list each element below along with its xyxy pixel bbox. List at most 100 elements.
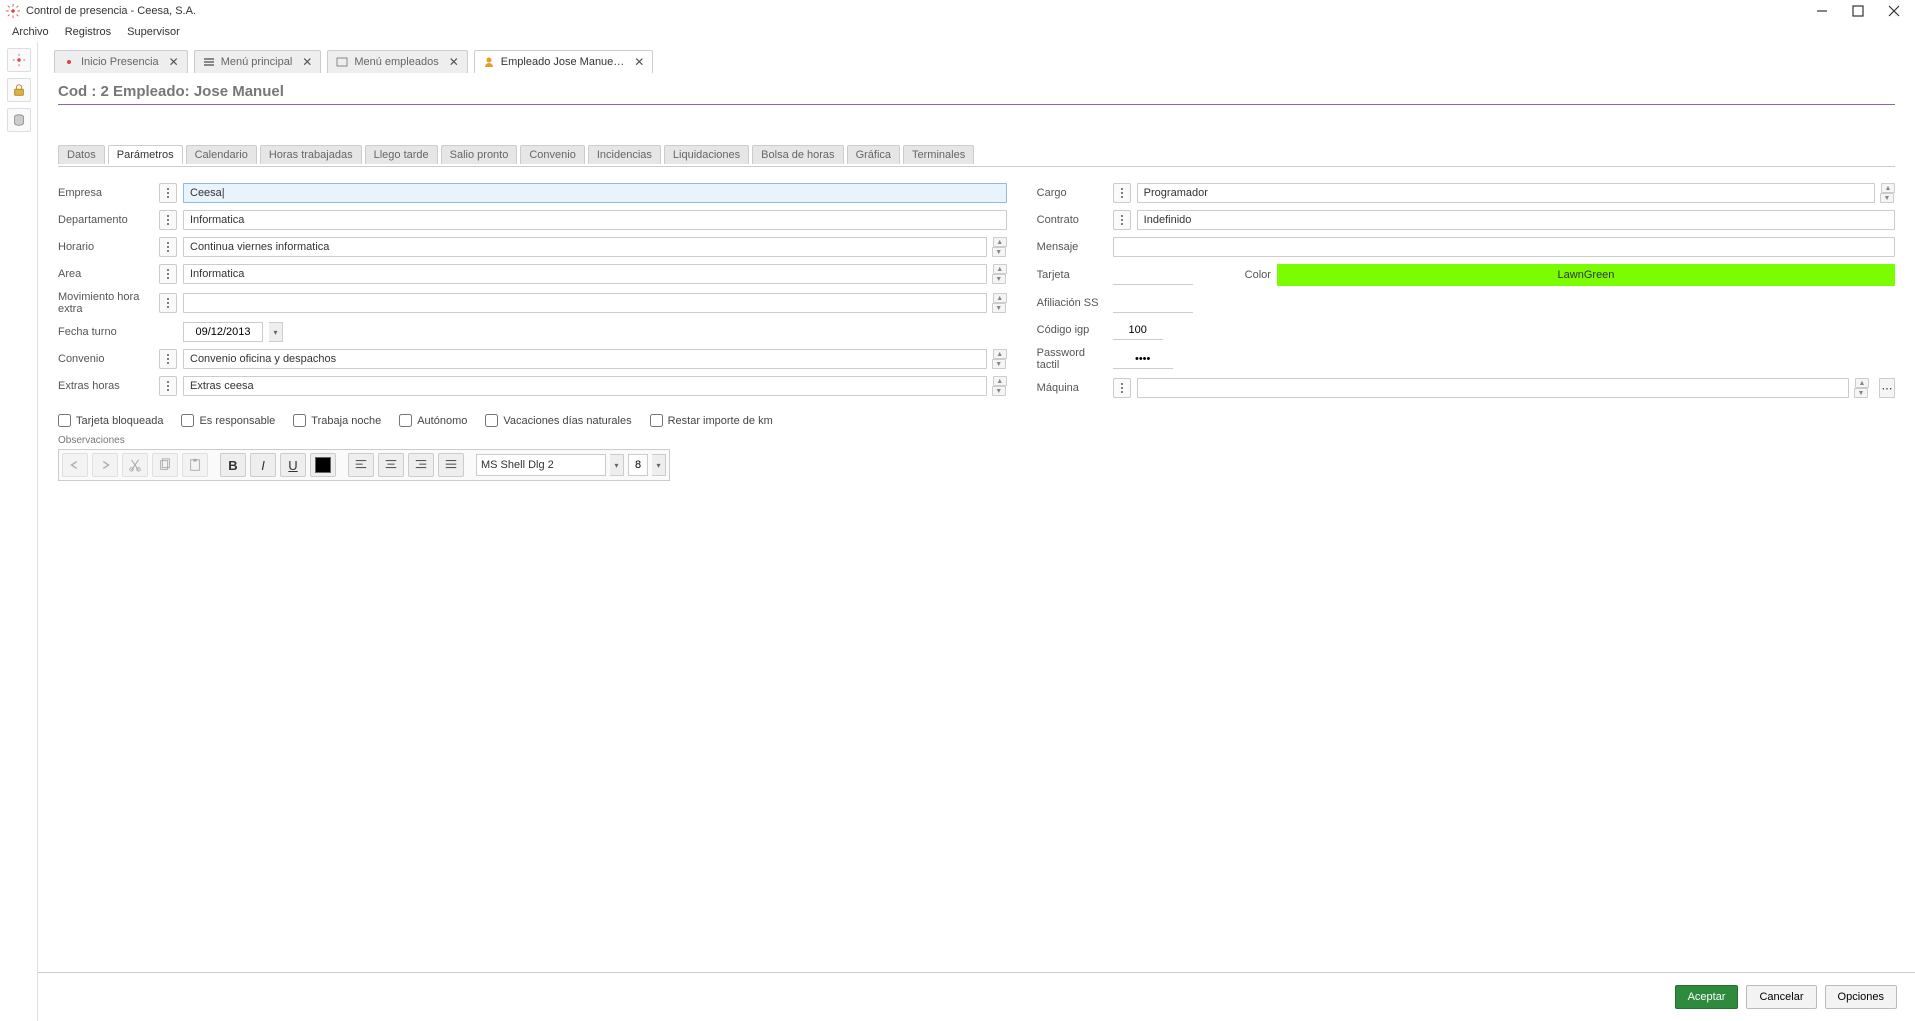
- rte-color-button[interactable]: [310, 453, 336, 477]
- picker-mov-extra[interactable]: [159, 293, 177, 313]
- input-departamento[interactable]: [183, 210, 1007, 230]
- maquina-extra-button[interactable]: ⋯: [1879, 378, 1895, 398]
- subtab-incidencias[interactable]: Incidencias: [588, 145, 661, 164]
- input-tarjeta[interactable]: [1113, 265, 1193, 285]
- picker-extras-horas[interactable]: [159, 376, 177, 396]
- check-restar-km[interactable]: Restar importe de km: [650, 414, 773, 427]
- input-codigo-igp[interactable]: [1113, 320, 1163, 340]
- side-tool-presence-icon[interactable]: [7, 48, 31, 72]
- area-up[interactable]: ▲: [993, 264, 1007, 274]
- menu-supervisor[interactable]: Supervisor: [119, 24, 188, 40]
- picker-cargo[interactable]: [1113, 183, 1131, 203]
- input-area[interactable]: [183, 264, 987, 284]
- check-tarjeta-bloqueada[interactable]: Tarjeta bloqueada: [58, 414, 163, 427]
- tab-menu-principal[interactable]: Menú principal ✕: [194, 50, 322, 73]
- check-vacaciones-naturales[interactable]: Vacaciones días naturales: [485, 414, 631, 427]
- side-tool-lock-icon[interactable]: [7, 78, 31, 102]
- close-icon[interactable]: ✕: [169, 55, 179, 69]
- extras-up[interactable]: ▲: [993, 376, 1007, 386]
- extras-down[interactable]: ▼: [992, 386, 1006, 396]
- subtab-grafica[interactable]: Gráfica: [847, 145, 900, 164]
- minimize-button[interactable]: [1815, 4, 1829, 18]
- fecha-turno-dropdown[interactable]: ▾: [269, 322, 283, 342]
- input-mensaje[interactable]: [1113, 237, 1895, 257]
- rte-align-center-button[interactable]: [378, 453, 404, 477]
- input-extras-horas[interactable]: [183, 376, 987, 396]
- close-icon[interactable]: ✕: [449, 55, 459, 69]
- tab-menu-empleados[interactable]: Menú empleados ✕: [327, 50, 467, 73]
- picker-convenio[interactable]: [159, 349, 177, 369]
- input-horario[interactable]: [183, 237, 987, 257]
- close-button[interactable]: [1887, 4, 1901, 18]
- tab-empleado-detail[interactable]: Empleado Jose Manue… ✕: [474, 50, 654, 73]
- cancelar-button[interactable]: Cancelar: [1746, 985, 1816, 1009]
- rte-redo-icon[interactable]: [92, 453, 118, 477]
- horario-up[interactable]: ▲: [993, 237, 1007, 247]
- rte-align-left-button[interactable]: [348, 453, 374, 477]
- color-swatch[interactable]: LawnGreen: [1277, 264, 1895, 286]
- rte-copy-icon[interactable]: [152, 453, 178, 477]
- rte-undo-icon[interactable]: [62, 453, 88, 477]
- subtab-horas-trabajadas[interactable]: Horas trabajadas: [260, 145, 362, 164]
- subtab-salio-pronto[interactable]: Salio pronto: [441, 145, 518, 164]
- maximize-button[interactable]: [1851, 4, 1865, 18]
- maquina-up[interactable]: ▲: [1855, 378, 1869, 388]
- subtab-terminales[interactable]: Terminales: [903, 145, 974, 164]
- picker-departamento[interactable]: [159, 210, 177, 230]
- area-down[interactable]: ▼: [992, 274, 1006, 284]
- convenio-up[interactable]: ▲: [993, 349, 1007, 359]
- rte-bold-button[interactable]: B: [220, 453, 246, 477]
- menu-archivo[interactable]: Archivo: [4, 24, 57, 40]
- mov-extra-up[interactable]: ▲: [993, 293, 1007, 303]
- input-convenio[interactable]: [183, 349, 987, 369]
- check-trabaja-noche[interactable]: Trabaja noche: [293, 414, 381, 427]
- rte-italic-button[interactable]: I: [250, 453, 276, 477]
- picker-contrato[interactable]: [1113, 210, 1131, 230]
- check-autonomo[interactable]: Autónomo: [399, 414, 467, 427]
- subtab-parametros[interactable]: Parámetros: [108, 145, 183, 164]
- tab-inicio-presencia[interactable]: Inicio Presencia ✕: [54, 50, 188, 73]
- rte-size-select[interactable]: [628, 454, 648, 476]
- input-maquina[interactable]: [1137, 378, 1849, 398]
- input-cargo[interactable]: [1137, 183, 1875, 203]
- rte-paste-icon[interactable]: [182, 453, 208, 477]
- input-empresa[interactable]: [183, 183, 1007, 203]
- horario-down[interactable]: ▼: [992, 247, 1006, 257]
- rte-align-justify-button[interactable]: [438, 453, 464, 477]
- picker-area[interactable]: [159, 264, 177, 284]
- input-afiliacion-ss[interactable]: [1113, 293, 1193, 313]
- subtab-llego-tarde[interactable]: Llego tarde: [365, 145, 438, 164]
- input-mov-extra[interactable]: [183, 293, 987, 313]
- subtab-calendario[interactable]: Calendario: [186, 145, 257, 164]
- close-icon[interactable]: ✕: [634, 55, 644, 69]
- input-fecha-turno[interactable]: [183, 322, 263, 342]
- rte-align-right-button[interactable]: [408, 453, 434, 477]
- subtab-liquidaciones[interactable]: Liquidaciones: [664, 145, 749, 164]
- picker-horario[interactable]: [159, 237, 177, 257]
- picker-maquina[interactable]: [1113, 378, 1131, 398]
- menu-icon: [203, 56, 215, 68]
- cargo-down[interactable]: ▼: [1880, 193, 1894, 203]
- menu-registros[interactable]: Registros: [57, 24, 119, 40]
- rte-cut-icon[interactable]: [122, 453, 148, 477]
- label-afiliacion-ss: Afiliación SS: [1037, 297, 1107, 309]
- close-icon[interactable]: ✕: [302, 55, 312, 69]
- rte-underline-button[interactable]: U: [280, 453, 306, 477]
- opciones-button[interactable]: Opciones: [1825, 985, 1897, 1009]
- aceptar-button[interactable]: Aceptar: [1675, 985, 1739, 1009]
- rte-font-select[interactable]: MS Shell Dlg 2: [476, 454, 606, 476]
- rte-font-dropdown[interactable]: ▾: [610, 454, 624, 476]
- convenio-down[interactable]: ▼: [992, 359, 1006, 369]
- cargo-up[interactable]: ▲: [1881, 183, 1895, 193]
- picker-empresa[interactable]: [159, 183, 177, 203]
- subtab-bolsa-horas[interactable]: Bolsa de horas: [752, 145, 843, 164]
- subtab-datos[interactable]: Datos: [58, 145, 105, 164]
- subtab-convenio[interactable]: Convenio: [520, 145, 584, 164]
- maquina-down[interactable]: ▼: [1854, 388, 1868, 398]
- check-es-responsable[interactable]: Es responsable: [181, 414, 275, 427]
- mov-extra-down[interactable]: ▼: [992, 303, 1006, 313]
- rte-size-dropdown[interactable]: ▾: [652, 454, 666, 476]
- input-password[interactable]: [1113, 349, 1173, 369]
- side-tool-db-icon[interactable]: [7, 108, 31, 132]
- input-contrato[interactable]: [1137, 210, 1895, 230]
